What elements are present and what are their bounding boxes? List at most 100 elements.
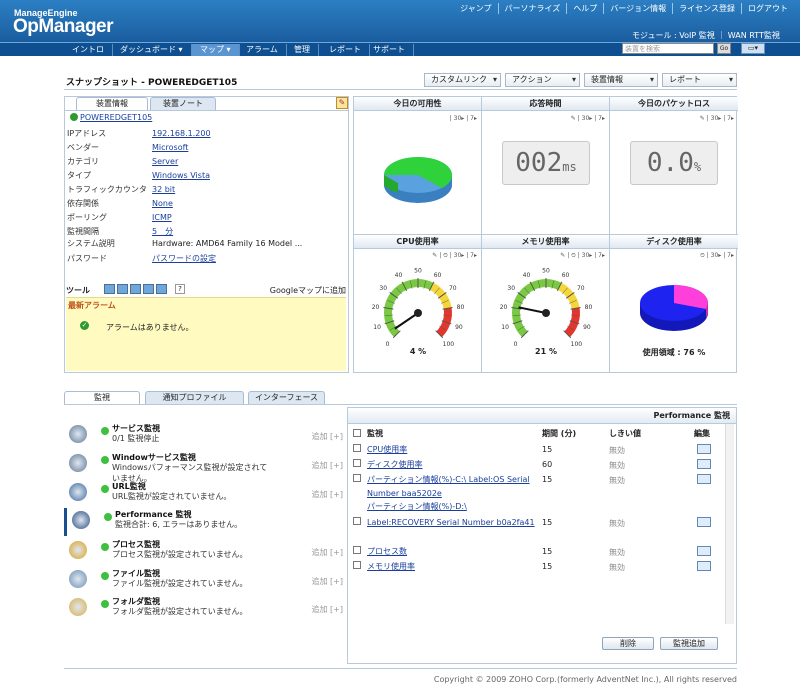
edit-icon[interactable] — [697, 517, 711, 527]
add-monitor-link[interactable]: 追加 [+] — [312, 604, 344, 615]
monitor-name-link[interactable]: Label:RECOVERY Serial Number b0a2fa41 — [367, 516, 539, 530]
col-threshold[interactable]: しきい値 — [609, 428, 641, 439]
period-30[interactable]: 30 — [711, 252, 719, 259]
module-line[interactable]: モジュール : VoIP 監視 ｜ WAN RTT監視 — [632, 30, 780, 41]
tab-device-info[interactable]: 装置情報 — [76, 97, 148, 110]
nav-tab[interactable]: 管理 — [286, 44, 319, 56]
col-edit[interactable]: 編集 — [694, 428, 710, 439]
google-map-link[interactable]: Googleマップに追加 — [270, 285, 346, 296]
tab-monitors[interactable]: 監視 — [64, 391, 140, 404]
period-30[interactable]: 30 — [582, 115, 590, 122]
monitor-item[interactable]: プロセス監視 プロセス監視が設定されていません。 追加 [+] — [64, 538, 347, 566]
edit-icon[interactable] — [697, 474, 711, 484]
widget-tools[interactable]: ✎ | ⏲ | 30▸ | 7▸ — [432, 252, 477, 260]
period-7[interactable]: 7 — [727, 252, 731, 259]
monitor-item[interactable]: ファイル監視 ファイル監視が設定されていません。 追加 [+] — [64, 567, 347, 595]
add-monitor-link[interactable]: 追加 [+] — [312, 460, 344, 471]
screen-icon[interactable]: ▭▾ — [741, 43, 765, 54]
top-link[interactable]: ライセンス登録 — [672, 3, 741, 14]
search-input[interactable]: 装置を検索 — [622, 43, 714, 54]
top-link[interactable]: ヘルプ — [566, 3, 603, 14]
top-link[interactable]: パーソナライズ — [497, 3, 567, 14]
remote-desktop-icon[interactable] — [156, 284, 167, 294]
widget-tools[interactable]: ⏲ | 30▸ | 7▸ — [700, 252, 734, 260]
monitor-item[interactable]: Performance 監視 監視合計: 6, エラーはありません。 — [64, 508, 347, 536]
dropdown[interactable]: 装置情報 — [584, 73, 658, 87]
monitor-name-link[interactable]: ディスク使用率 — [367, 458, 539, 472]
telnet-tool-icon[interactable] — [143, 284, 154, 294]
row-checkbox[interactable] — [353, 546, 361, 554]
row-checkbox[interactable] — [353, 561, 361, 569]
top-link[interactable]: ログアウト — [741, 3, 794, 14]
nav-tab[interactable]: ダッシュボード ▾ — [112, 44, 192, 56]
tab-device-notes[interactable]: 装置ノート — [150, 97, 216, 110]
property-value[interactable]: Microsoft — [152, 141, 188, 154]
traceroute-tool-icon[interactable] — [117, 284, 128, 294]
add-monitor-button[interactable]: 監視追加 — [660, 637, 718, 650]
add-monitor-link[interactable]: 追加 [+] — [312, 547, 344, 558]
widget-tools[interactable]: ✎ | 30▸ | 7▸ — [571, 115, 605, 122]
property-value[interactable]: Server — [152, 155, 178, 168]
browser-tool-icon[interactable] — [130, 284, 141, 294]
monitor-item[interactable]: サービス監視 0/1 監視停止 追加 [+] — [64, 422, 347, 450]
row-checkbox[interactable] — [353, 444, 361, 452]
top-link[interactable]: バージョン情報 — [603, 3, 672, 14]
add-monitor-link[interactable]: 追加 [+] — [312, 576, 344, 587]
period-7[interactable]: 7 — [470, 115, 474, 122]
nav-tab[interactable]: マップ ▾ — [192, 44, 240, 56]
monitor-item[interactable]: URL監視 URL監視が設定されていません。 追加 [+] — [64, 480, 347, 508]
nav-tab[interactable]: レポート — [321, 44, 370, 56]
period-7[interactable]: 7 — [727, 115, 731, 122]
property-value[interactable]: Windows Vista — [152, 169, 210, 182]
monitor-name-link[interactable]: パーティション情報(%)-C:\ Label:OS Serial Number … — [367, 473, 539, 501]
row-checkbox[interactable] — [353, 517, 361, 525]
property-value[interactable]: パスワードの設定 — [152, 252, 216, 265]
widget-tools[interactable]: | 30▸ | 7▸ — [450, 115, 477, 122]
period-7[interactable]: 7 — [598, 115, 602, 122]
period-7[interactable]: 7 — [598, 252, 602, 259]
nav-tab[interactable]: イントロ — [64, 44, 113, 56]
row-checkbox[interactable] — [353, 474, 361, 482]
col-period[interactable]: 期間 (分) — [542, 428, 576, 439]
nav-tab[interactable]: サポート — [365, 44, 414, 56]
edit-pencil-icon[interactable]: ✎ — [336, 97, 348, 109]
monitor-item[interactable]: フォルダ監視 フォルダ監視が設定されていません。 追加 [+] — [64, 595, 347, 623]
period-30[interactable]: 30 — [454, 115, 462, 122]
search-go-button[interactable]: Go — [717, 43, 731, 54]
property-value[interactable]: ICMP — [152, 211, 172, 224]
monitor-name-link[interactable]: メモリ使用率 — [367, 560, 539, 574]
edit-icon[interactable] — [697, 561, 711, 571]
period-7[interactable]: 7 — [470, 252, 474, 259]
edit-icon[interactable] — [697, 444, 711, 454]
property-value[interactable]: 192.168.1.200 — [152, 127, 211, 140]
add-monitor-link[interactable]: 追加 [+] — [312, 431, 344, 442]
device-name-link[interactable]: POWEREDGET105 — [80, 113, 152, 122]
add-monitor-link[interactable]: 追加 [+] — [312, 489, 344, 500]
top-link[interactable]: ジャンプ — [454, 3, 497, 14]
row-checkbox[interactable] — [353, 459, 361, 467]
help-icon[interactable]: ? — [175, 284, 185, 294]
monitor-name-link[interactable]: CPU使用率 — [367, 443, 539, 457]
select-all-checkbox[interactable] — [353, 429, 361, 437]
scrollbar[interactable] — [725, 424, 734, 624]
device-name[interactable]: POWEREDGET105 — [70, 113, 152, 122]
property-value[interactable]: None — [152, 197, 173, 210]
period-30[interactable]: 30 — [582, 252, 590, 259]
period-30[interactable]: 30 — [454, 252, 462, 259]
tab-notification-profile[interactable]: 通知プロファイル — [145, 391, 244, 404]
period-30[interactable]: 30 — [711, 115, 719, 122]
col-monitor[interactable]: 監視 — [367, 428, 383, 439]
widget-tools[interactable]: ✎ | ⏲ | 30▸ | 7▸ — [560, 252, 605, 260]
edit-icon[interactable] — [697, 546, 711, 556]
dropdown[interactable]: アクション — [505, 73, 580, 87]
monitor-item[interactable]: Windowサービス監視 Windowsパフォーマンス監視が設定されていません。追… — [64, 451, 347, 483]
dropdown[interactable]: カスタムリンク — [424, 73, 501, 87]
ping-tool-icon[interactable] — [104, 284, 115, 294]
tab-interfaces[interactable]: インターフェース — [248, 391, 325, 404]
widget-tools[interactable]: ✎ | 30▸ | 7▸ — [700, 115, 734, 122]
nav-tab[interactable]: アラーム — [238, 44, 287, 56]
dropdown[interactable]: レポート — [662, 73, 737, 87]
monitor-name-link[interactable]: パーティション情報(%)-D:\ — [367, 501, 467, 512]
delete-button[interactable]: 削除 — [602, 637, 654, 650]
edit-icon[interactable] — [697, 459, 711, 469]
